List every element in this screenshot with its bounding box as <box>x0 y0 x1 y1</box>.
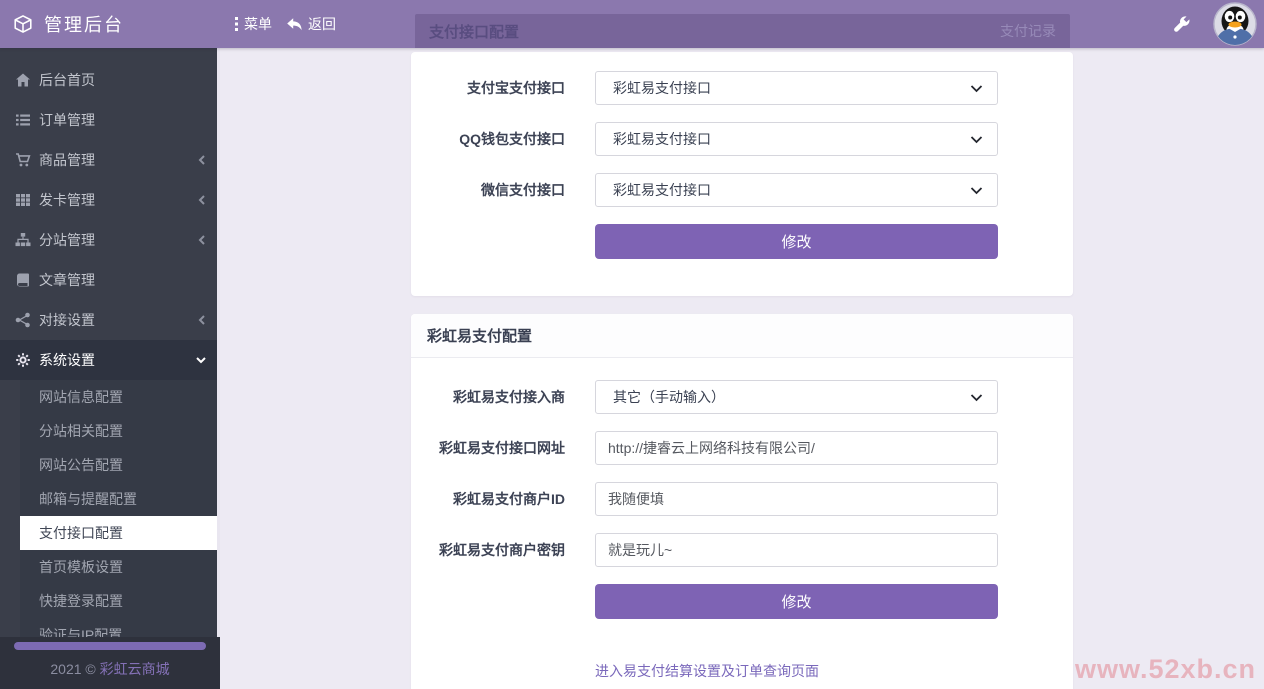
vertical-dots-icon <box>234 16 244 32</box>
modify-button[interactable]: 修改 <box>595 584 998 619</box>
submenu-item-email-reminder[interactable]: 邮箱与提醒配置 <box>0 482 220 516</box>
cube-logo-icon <box>12 13 44 35</box>
home-icon <box>15 72 31 88</box>
sidebar-item-articles[interactable]: 文章管理 <box>0 260 220 300</box>
epay-provider-select[interactable]: 其它（手动输入） <box>595 380 998 414</box>
menu-label: 菜单 <box>244 16 272 32</box>
alipay-interface-label: 支付宝支付接口 <box>467 80 565 96</box>
qq-wallet-interface-label: QQ钱包支付接口 <box>459 131 565 147</box>
select-value: 彩虹易支付接口 <box>613 182 711 198</box>
grid-icon <box>15 192 31 208</box>
gear-icon <box>15 352 31 368</box>
epay-merchant-key-input[interactable] <box>595 533 998 567</box>
chevron-down-icon <box>970 393 983 402</box>
chevron-down-icon <box>195 355 207 365</box>
system-settings-submenu: 网站信息配置 分站相关配置 网站公告配置 邮箱与提醒配置 支付接口配置 首页模板… <box>0 380 220 652</box>
qq-wallet-interface-select[interactable]: 彩虹易支付接口 <box>595 122 998 156</box>
chevron-left-icon <box>197 194 207 206</box>
epay-url-input[interactable] <box>595 431 998 465</box>
alipay-interface-select[interactable]: 彩虹易支付接口 <box>595 71 998 105</box>
page-title-bar: 支付接口配置 支付记录 <box>415 14 1070 48</box>
chevron-down-icon <box>970 84 983 93</box>
payment-interface-card: 支付宝支付接口 彩虹易支付接口 QQ钱包支付接口 彩虹易支付接口 微信支付接口 … <box>411 52 1073 296</box>
chevron-down-icon <box>970 135 983 144</box>
sidebar-item-label: 分站管理 <box>39 232 95 248</box>
page-title: 支付接口配置 <box>429 23 520 41</box>
copyright: 2021 © 彩虹云商城 <box>0 659 220 679</box>
sidebar-footer: 2021 © 彩虹云商城 <box>0 637 220 689</box>
chevron-left-icon <box>197 314 207 326</box>
submenu-item-quick-login[interactable]: 快捷登录配置 <box>0 584 220 618</box>
sidebar-item-docking[interactable]: 对接设置 <box>0 300 220 340</box>
sitemap-icon <box>15 232 31 248</box>
back-button[interactable]: 返回 <box>286 14 336 34</box>
form-row-epay-url: 彩虹易支付接口网址 <box>411 431 1073 465</box>
wechat-interface-select[interactable]: 彩虹易支付接口 <box>595 173 998 207</box>
epay-merchant-key-label: 彩虹易支付商户密钥 <box>439 542 565 558</box>
form-row-epay-merchant-id: 彩虹易支付商户ID <box>411 482 1073 516</box>
book-icon <box>15 272 31 288</box>
list-icon <box>15 112 31 128</box>
sidebar-item-cards[interactable]: 发卡管理 <box>0 180 220 220</box>
content-container: 支付宝支付接口 彩虹易支付接口 QQ钱包支付接口 彩虹易支付接口 微信支付接口 … <box>411 52 1073 689</box>
epay-merchant-id-label: 彩虹易支付商户ID <box>453 491 565 507</box>
chevron-left-icon <box>197 234 207 246</box>
epay-provider-label: 彩虹易支付接入商 <box>453 389 565 405</box>
epay-config-card-title: 彩虹易支付配置 <box>411 314 1073 358</box>
sidebar-item-orders[interactable]: 订单管理 <box>0 100 220 140</box>
app-logo[interactable]: 管理后台 <box>0 0 220 48</box>
form-row-wechat: 微信支付接口 彩虹易支付接口 <box>411 173 1073 207</box>
nodes-icon <box>15 312 31 328</box>
epay-merchant-id-input[interactable] <box>595 482 998 516</box>
sidebar-scrollbar-track[interactable] <box>217 48 220 637</box>
wrench-icon[interactable] <box>1172 14 1192 34</box>
brand-title: 管理后台 <box>44 15 124 35</box>
payment-records-tab[interactable]: 支付记录 <box>1000 21 1056 41</box>
epay-config-card: 彩虹易支付配置 彩虹易支付接入商 其它（手动输入） 彩虹易支付接口网址 http… <box>411 314 1073 689</box>
sidebar-item-label: 后台首页 <box>39 72 95 88</box>
chevron-down-icon <box>970 186 983 195</box>
epay-url-label: 彩虹易支付接口网址 <box>439 440 565 456</box>
select-value: 其它（手动输入） <box>613 389 725 405</box>
chevron-left-icon <box>197 154 207 166</box>
sidebar: 后台首页 订单管理 商品管理 发卡管理 分站管理 文章管理 对接设置 系统设置 … <box>0 48 220 689</box>
form-row-epay-provider: 彩虹易支付接入商 其它（手动输入） <box>411 380 1073 414</box>
modify-button[interactable]: 修改 <box>595 224 998 259</box>
sidebar-item-label: 订单管理 <box>39 112 95 128</box>
submenu-item-home-template[interactable]: 首页模板设置 <box>0 550 220 584</box>
sidebar-item-label: 对接设置 <box>39 312 95 328</box>
form-row-qq-wallet: QQ钱包支付接口 彩虹易支付接口 <box>411 122 1073 156</box>
sidebar-nav: 后台首页 订单管理 商品管理 发卡管理 分站管理 文章管理 对接设置 系统设置 … <box>0 48 220 652</box>
form-row-alipay: 支付宝支付接口 彩虹易支付接口 <box>411 71 1073 105</box>
main-content: 支付宝支付接口 彩虹易支付接口 QQ钱包支付接口 彩虹易支付接口 微信支付接口 … <box>220 48 1264 689</box>
sidebar-item-substations[interactable]: 分站管理 <box>0 220 220 260</box>
sidebar-item-label: 商品管理 <box>39 152 95 168</box>
sidebar-item-label: 发卡管理 <box>39 192 95 208</box>
horizontal-scrollbar-thumb[interactable] <box>14 642 206 650</box>
back-label: 返回 <box>308 16 336 32</box>
submenu-item-site-info[interactable]: 网站信息配置 <box>0 380 220 414</box>
back-arrow-icon <box>286 17 308 32</box>
submenu-item-payment-interface[interactable]: 支付接口配置 <box>20 516 220 550</box>
user-avatar[interactable] <box>1213 2 1257 46</box>
submenu-item-announcement[interactable]: 网站公告配置 <box>0 448 220 482</box>
select-value: 彩虹易支付接口 <box>613 80 711 96</box>
menu-toggle-button[interactable]: 菜单 <box>234 14 272 34</box>
cart-icon <box>15 152 31 168</box>
top-header: 管理后台 菜单 返回 支付接口配置 支付记录 <box>0 0 1264 48</box>
epay-settlement-link[interactable]: 进入易支付结算设置及订单查询页面 <box>595 661 819 681</box>
submenu-item-substation-config[interactable]: 分站相关配置 <box>0 414 220 448</box>
sidebar-item-label: 系统设置 <box>39 352 95 368</box>
select-value: 彩虹易支付接口 <box>613 131 711 147</box>
wechat-interface-label: 微信支付接口 <box>481 182 565 198</box>
form-row-epay-merchant-key: 彩虹易支付商户密钥 <box>411 533 1073 567</box>
sidebar-item-products[interactable]: 商品管理 <box>0 140 220 180</box>
sidebar-item-system-settings[interactable]: 系统设置 <box>0 340 220 380</box>
copyright-year: 2021 © <box>50 661 100 677</box>
sidebar-item-label: 文章管理 <box>39 272 95 288</box>
sidebar-item-home[interactable]: 后台首页 <box>0 60 220 100</box>
copyright-brand-link[interactable]: 彩虹云商城 <box>100 661 170 677</box>
